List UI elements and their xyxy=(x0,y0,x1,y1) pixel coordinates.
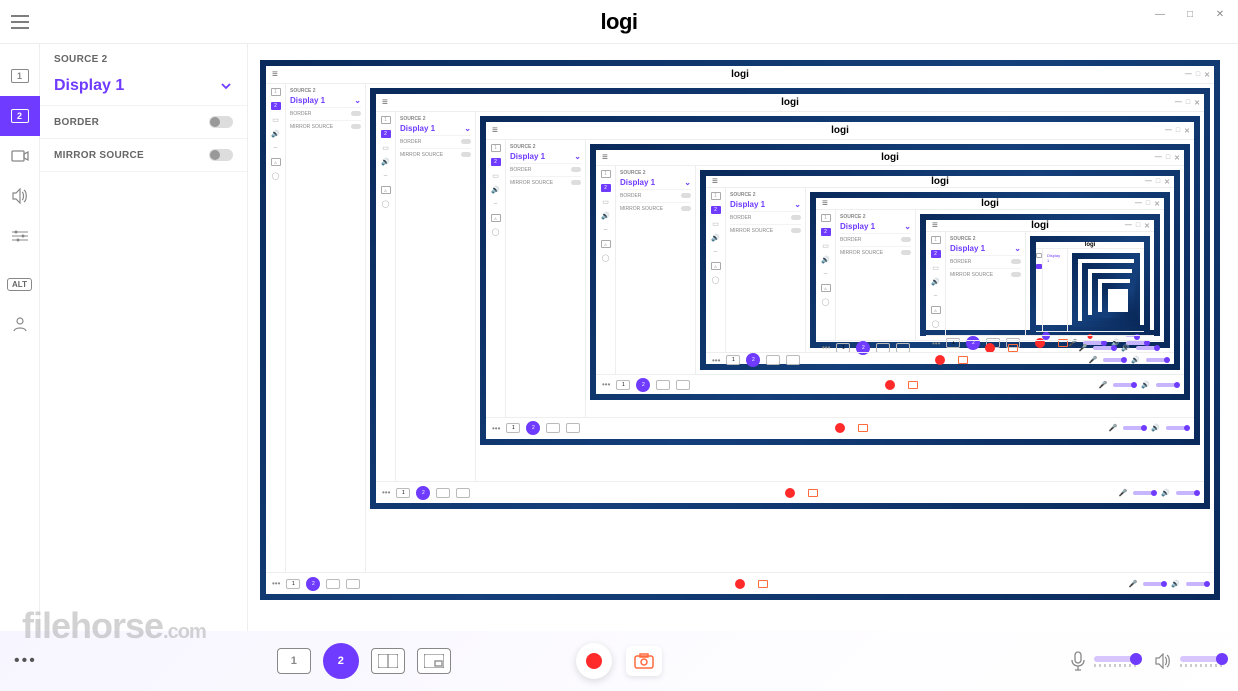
main-area: 1 2 ALT SOURCE 2 Display 1 BORDER MIRROR xyxy=(0,44,1238,631)
chevron-down-icon xyxy=(219,79,233,93)
scene-1-button[interactable]: 1 xyxy=(277,648,311,674)
source-label: SOURCE 2 xyxy=(54,54,108,65)
source-panel: SOURCE 2 Display 1 BORDER MIRROR SOURCE xyxy=(40,44,248,631)
left-rail: 1 2 ALT xyxy=(0,44,40,631)
maximize-button[interactable]: □ xyxy=(1176,4,1204,24)
user-icon xyxy=(12,316,28,332)
rail-source-2[interactable]: 2 xyxy=(0,96,40,136)
sliders-icon xyxy=(12,229,28,243)
app-logo: logi xyxy=(600,9,637,35)
speaker-slider[interactable] xyxy=(1180,656,1224,662)
preview-area: ≡logi—□✕12▭🔊⎯A◯SOURCE 2Display 1⌄BORDERM… xyxy=(248,44,1238,631)
camera-icon xyxy=(11,149,29,163)
layout-split-icon xyxy=(378,654,398,668)
rail-transitions[interactable] xyxy=(0,216,40,256)
rail-profile[interactable] xyxy=(0,304,40,344)
title-bar: logi — □ ✕ xyxy=(0,0,1238,44)
close-button[interactable]: ✕ xyxy=(1206,4,1234,24)
scene-switcher: 1 2 xyxy=(277,643,451,679)
border-row: BORDER xyxy=(40,106,247,139)
display-selector[interactable]: Display 1 xyxy=(40,67,247,106)
layout-pip-icon xyxy=(424,654,444,668)
record-controls xyxy=(576,643,662,679)
mirror-row: MIRROR SOURCE xyxy=(40,139,247,172)
rail-alt-shortcut[interactable]: ALT xyxy=(0,264,40,304)
microphone-icon[interactable] xyxy=(1070,651,1086,671)
camera-snapshot-icon xyxy=(634,653,654,669)
mic-level-meter xyxy=(1094,664,1138,667)
more-menu[interactable]: ••• xyxy=(14,652,37,670)
record-button[interactable] xyxy=(576,643,612,679)
record-dot-icon xyxy=(586,653,602,669)
speaker-icon xyxy=(11,188,29,204)
minimize-button[interactable]: — xyxy=(1146,4,1174,24)
window-controls: — □ ✕ xyxy=(1146,4,1234,24)
rail-camera[interactable] xyxy=(0,136,40,176)
display-preview[interactable]: ≡logi—□✕12▭🔊⎯A◯SOURCE 2Display 1⌄BORDERM… xyxy=(260,60,1220,600)
screenshot-button[interactable] xyxy=(626,646,662,676)
rail-source-1[interactable]: 1 xyxy=(0,56,40,96)
audio-controls xyxy=(1070,651,1224,671)
scene-2-button[interactable]: 2 xyxy=(323,643,359,679)
speaker-output-icon[interactable] xyxy=(1154,653,1172,669)
border-toggle[interactable] xyxy=(209,116,233,128)
speaker-level-meter xyxy=(1180,664,1224,667)
scene-4-button[interactable] xyxy=(417,648,451,674)
bottom-bar: ••• 1 2 xyxy=(0,631,1238,691)
mirror-toggle[interactable] xyxy=(209,149,233,161)
hamburger-menu[interactable] xyxy=(0,0,40,43)
rail-audio[interactable] xyxy=(0,176,40,216)
mic-slider[interactable] xyxy=(1094,656,1138,662)
scene-3-button[interactable] xyxy=(371,648,405,674)
